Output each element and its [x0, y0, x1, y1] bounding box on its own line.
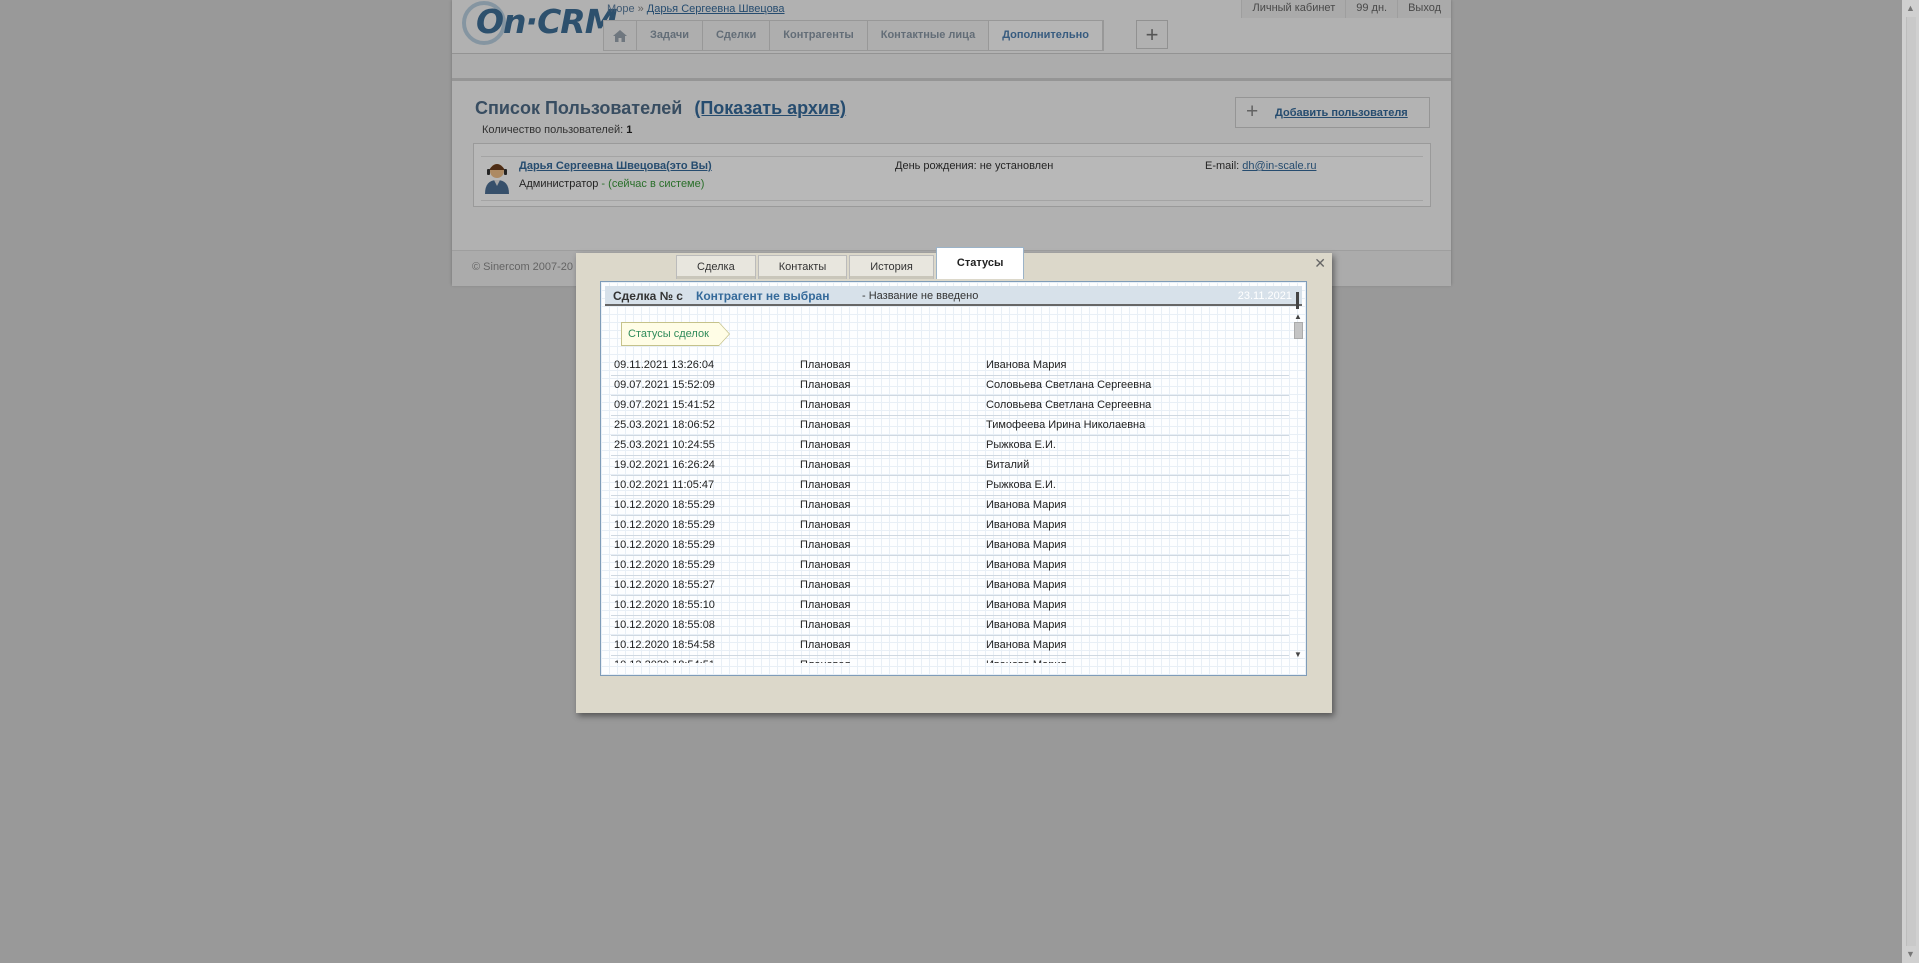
row-datetime: 09.07.2021 15:52:09 — [614, 379, 715, 391]
row-user: Виталий — [986, 459, 1030, 471]
table-row[interactable]: 09.07.2021 15:52:09 Плановая Соловьева Све… — [611, 376, 1289, 396]
row-status: Плановая — [800, 379, 851, 391]
table-row[interactable]: 10.12.2020 18:55:29 Плановая Иванова Мария — [611, 536, 1289, 556]
row-user: Иванова Мария — [986, 539, 1067, 551]
scroll-up-icon[interactable]: ▲ — [1292, 312, 1304, 322]
section-label: Статусы сделок — [621, 322, 730, 346]
row-user: Рыжкова Е.И. — [986, 479, 1056, 491]
deal-contractor[interactable]: Контрагент не выбран — [696, 289, 829, 303]
row-datetime: 10.12.2020 18:55:27 — [614, 579, 715, 591]
list-scrollbar[interactable]: ▲ ▼ — [1292, 312, 1304, 660]
deal-modal: Сделка Контакты История Статусы ✕ Сделка… — [576, 247, 1332, 713]
row-datetime: 25.03.2021 10:24:55 — [614, 439, 715, 451]
row-datetime: 10.12.2020 18:54:58 — [614, 639, 715, 651]
row-status: Плановая — [800, 439, 851, 451]
deal-number: Сделка № с — [613, 289, 683, 303]
row-datetime: 09.07.2021 15:41:52 — [614, 399, 715, 411]
deal-title: - Название не введено — [862, 290, 979, 302]
table-row[interactable]: 10.02.2021 11:05:47 Плановая Рыжкова Е.И. — [611, 476, 1289, 496]
row-status: Плановая — [800, 519, 851, 531]
row-status: Плановая — [800, 619, 851, 631]
row-user: Иванова Мария — [986, 619, 1067, 631]
row-status: Плановая — [800, 359, 851, 371]
row-user: Иванова Мария — [986, 559, 1067, 571]
row-status: Плановая — [800, 639, 851, 651]
row-datetime: 10.12.2020 18:55:10 — [614, 599, 715, 611]
row-datetime: 10.12.2020 18:55:29 — [614, 539, 715, 551]
table-row[interactable]: 10.12.2020 18:55:10 Плановая Иванова Мария — [611, 596, 1289, 616]
table-row[interactable]: 09.07.2021 15:41:52 Плановая Соловьева Све… — [611, 396, 1289, 416]
row-user: Иванова Мария — [986, 659, 1066, 663]
table-row[interactable]: 10.12.2020 18:54:51 Плановая Иванова Мария — [611, 656, 1289, 663]
row-status: Плановая — [800, 659, 850, 663]
table-row[interactable]: 10.12.2020 18:55:08 Плановая Иванова Мария — [611, 616, 1289, 636]
table-row[interactable]: 09.11.2021 13:26:04 Плановая Иванова Мария — [611, 356, 1289, 376]
row-user: Иванова Мария — [986, 579, 1067, 591]
scroll-down-icon[interactable]: ▼ — [1292, 650, 1304, 660]
tab-statuses[interactable]: Статусы — [935, 247, 1025, 279]
row-user: Рыжкова Е.И. — [986, 439, 1056, 451]
row-status: Плановая — [800, 399, 851, 411]
deal-date: 23.11.2021 — [1237, 290, 1292, 302]
row-user: Иванова Мария — [986, 499, 1067, 511]
window-scrollbar[interactable]: ▲ ▼ — [1902, 0, 1919, 963]
row-datetime: 19.02.2021 16:26:24 — [614, 459, 715, 471]
modal-tabs: Сделка Контакты История Статусы — [676, 247, 1026, 279]
row-status: Плановая — [800, 579, 851, 591]
row-user: Соловьева Светлана Сергеевна — [986, 379, 1152, 391]
close-icon: ✕ — [1314, 255, 1326, 271]
row-datetime: 10.12.2020 18:55:08 — [614, 619, 715, 631]
row-user: Тимофеева Ирина Николаевна — [986, 419, 1146, 431]
row-user: Соловьева Светлана Сергеевна — [986, 399, 1152, 411]
tab-history[interactable]: История — [849, 255, 934, 279]
close-button[interactable]: ✕ — [1314, 256, 1326, 270]
row-datetime: 10.12.2020 18:54:51 — [614, 659, 715, 663]
row-user: Иванова Мария — [986, 599, 1067, 611]
table-row[interactable]: 10.12.2020 18:55:27 Плановая Иванова Мария — [611, 576, 1289, 596]
deal-header: Сделка № с Контрагент не выбран - Назван… — [605, 286, 1302, 309]
tab-contacts[interactable]: Контакты — [757, 255, 848, 279]
table-row[interactable]: 25.03.2021 18:06:52 Плановая Тимофеева Ири… — [611, 416, 1289, 436]
header-scroll-indicator — [1296, 292, 1299, 309]
window-scroll-track[interactable] — [1906, 17, 1916, 946]
row-datetime: 10.02.2021 11:05:47 — [614, 479, 715, 491]
statuses-panel: Сделка № с Контрагент не выбран - Назван… — [600, 281, 1307, 676]
table-row[interactable]: 10.12.2020 18:54:58 Плановая Иванова Мария — [611, 636, 1289, 656]
row-status: Плановая — [800, 599, 851, 611]
row-datetime: 10.12.2020 18:55:29 — [614, 559, 715, 571]
tab-deal[interactable]: Сделка — [676, 255, 756, 279]
scroll-thumb[interactable] — [1294, 322, 1303, 339]
statuses-table: 09.11.2021 13:26:04 Плановая Иванова Мария… — [611, 356, 1289, 663]
row-datetime: 10.12.2020 18:55:29 — [614, 499, 715, 511]
row-status: Плановая — [800, 499, 851, 511]
table-row[interactable]: 19.02.2021 16:26:24 Плановая Виталий — [611, 456, 1289, 476]
row-datetime: 09.11.2021 13:26:04 — [614, 359, 715, 371]
row-datetime: 10.12.2020 18:55:29 — [614, 519, 715, 531]
statuses-list-area: Статусы сделок 09.11.2021 13:26:04 Планов… — [601, 310, 1306, 663]
row-status: Плановая — [800, 559, 851, 571]
row-user: Иванова Мария — [986, 639, 1067, 651]
row-datetime: 25.03.2021 18:06:52 — [614, 419, 715, 431]
row-status: Плановая — [800, 419, 851, 431]
row-status: Плановая — [800, 459, 851, 471]
table-row[interactable]: 25.03.2021 10:24:55 Плановая Рыжкова Е.И. — [611, 436, 1289, 456]
window-scroll-up-icon[interactable]: ▲ — [1902, 0, 1919, 17]
table-row[interactable]: 10.12.2020 18:55:29 Плановая Иванова Мария — [611, 556, 1289, 576]
row-user: Иванова Мария — [986, 359, 1067, 371]
table-row[interactable]: 10.12.2020 18:55:29 Плановая Иванова Мария — [611, 516, 1289, 536]
row-status: Плановая — [800, 539, 851, 551]
table-row[interactable]: 10.12.2020 18:55:29 Плановая Иванова Мария — [611, 496, 1289, 516]
row-user: Иванова Мария — [986, 519, 1067, 531]
window-scroll-down-icon[interactable]: ▼ — [1902, 946, 1919, 963]
row-status: Плановая — [800, 479, 851, 491]
